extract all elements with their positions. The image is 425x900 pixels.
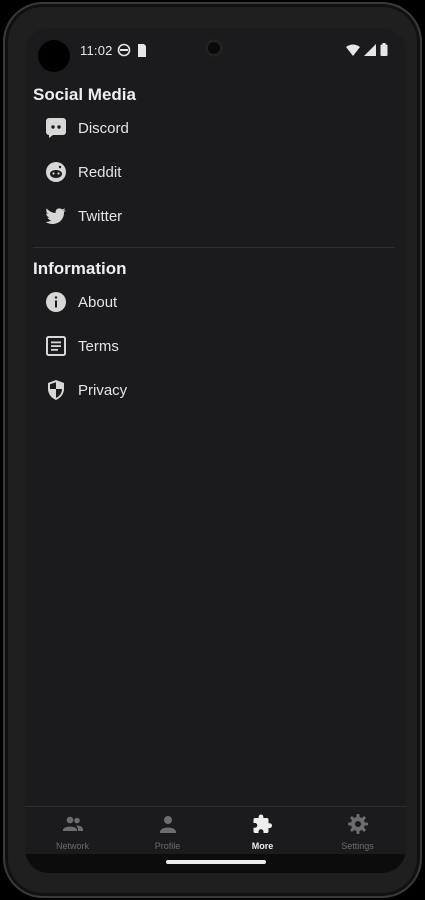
list-item-label: About [78, 293, 118, 311]
list-item-label: Discord [78, 119, 129, 137]
status-left-icons [117, 43, 147, 57]
person-icon [160, 816, 176, 833]
people-icon [63, 816, 83, 831]
list-item-label: Privacy [78, 381, 128, 399]
list-item-label: Twitter [78, 207, 123, 225]
list-item-discord[interactable]: Discord [25, 108, 406, 148]
nav-label: Network [55, 841, 89, 851]
nav-profile[interactable]: Profile [120, 807, 215, 855]
section-title-information: Information [33, 259, 127, 278]
sim-icon [138, 43, 146, 57]
front-camera [205, 39, 223, 57]
nav-label: More [251, 841, 274, 851]
nav-more[interactable]: More [215, 807, 310, 855]
list-item-privacy[interactable]: Privacy [25, 370, 406, 410]
section-title-social-media: Social Media [33, 85, 136, 104]
nav-label: Settings [341, 841, 374, 851]
nav-settings[interactable]: Settings [310, 807, 405, 855]
phone-frame: 11:02 Social Media Discord Reddit Twitte… [3, 2, 422, 898]
list-item-about[interactable]: About [25, 282, 406, 322]
nav-label: Profile [154, 841, 181, 851]
shield-icon [45, 379, 67, 401]
puzzle-icon [253, 814, 272, 833]
status-bar: 11:02 [25, 28, 406, 72]
battery-icon [380, 43, 388, 56]
section-divider [33, 247, 395, 248]
signal-icon [364, 43, 376, 56]
list-item-label: Reddit [78, 163, 122, 181]
avatar [38, 40, 70, 72]
list-item-label: Terms [78, 337, 119, 355]
vpn-icon [117, 43, 131, 57]
reddit-icon [45, 161, 67, 183]
twitter-icon [45, 205, 67, 227]
screen: 11:02 Social Media Discord Reddit Twitte… [25, 28, 406, 873]
list-item-terms[interactable]: Terms [25, 326, 406, 366]
status-time: 11:02 [80, 43, 113, 58]
list-item-twitter[interactable]: Twitter [25, 196, 406, 236]
gear-icon [348, 814, 368, 834]
wifi-icon [346, 44, 360, 56]
bottom-navigation: Network Profile More Settings [25, 806, 406, 855]
discord-icon [45, 117, 67, 139]
nav-network[interactable]: Network [25, 807, 120, 855]
document-icon [45, 335, 67, 357]
info-icon [45, 291, 67, 313]
status-right-icons [346, 43, 388, 56]
home-indicator[interactable] [166, 860, 266, 864]
list-item-reddit[interactable]: Reddit [25, 152, 406, 192]
